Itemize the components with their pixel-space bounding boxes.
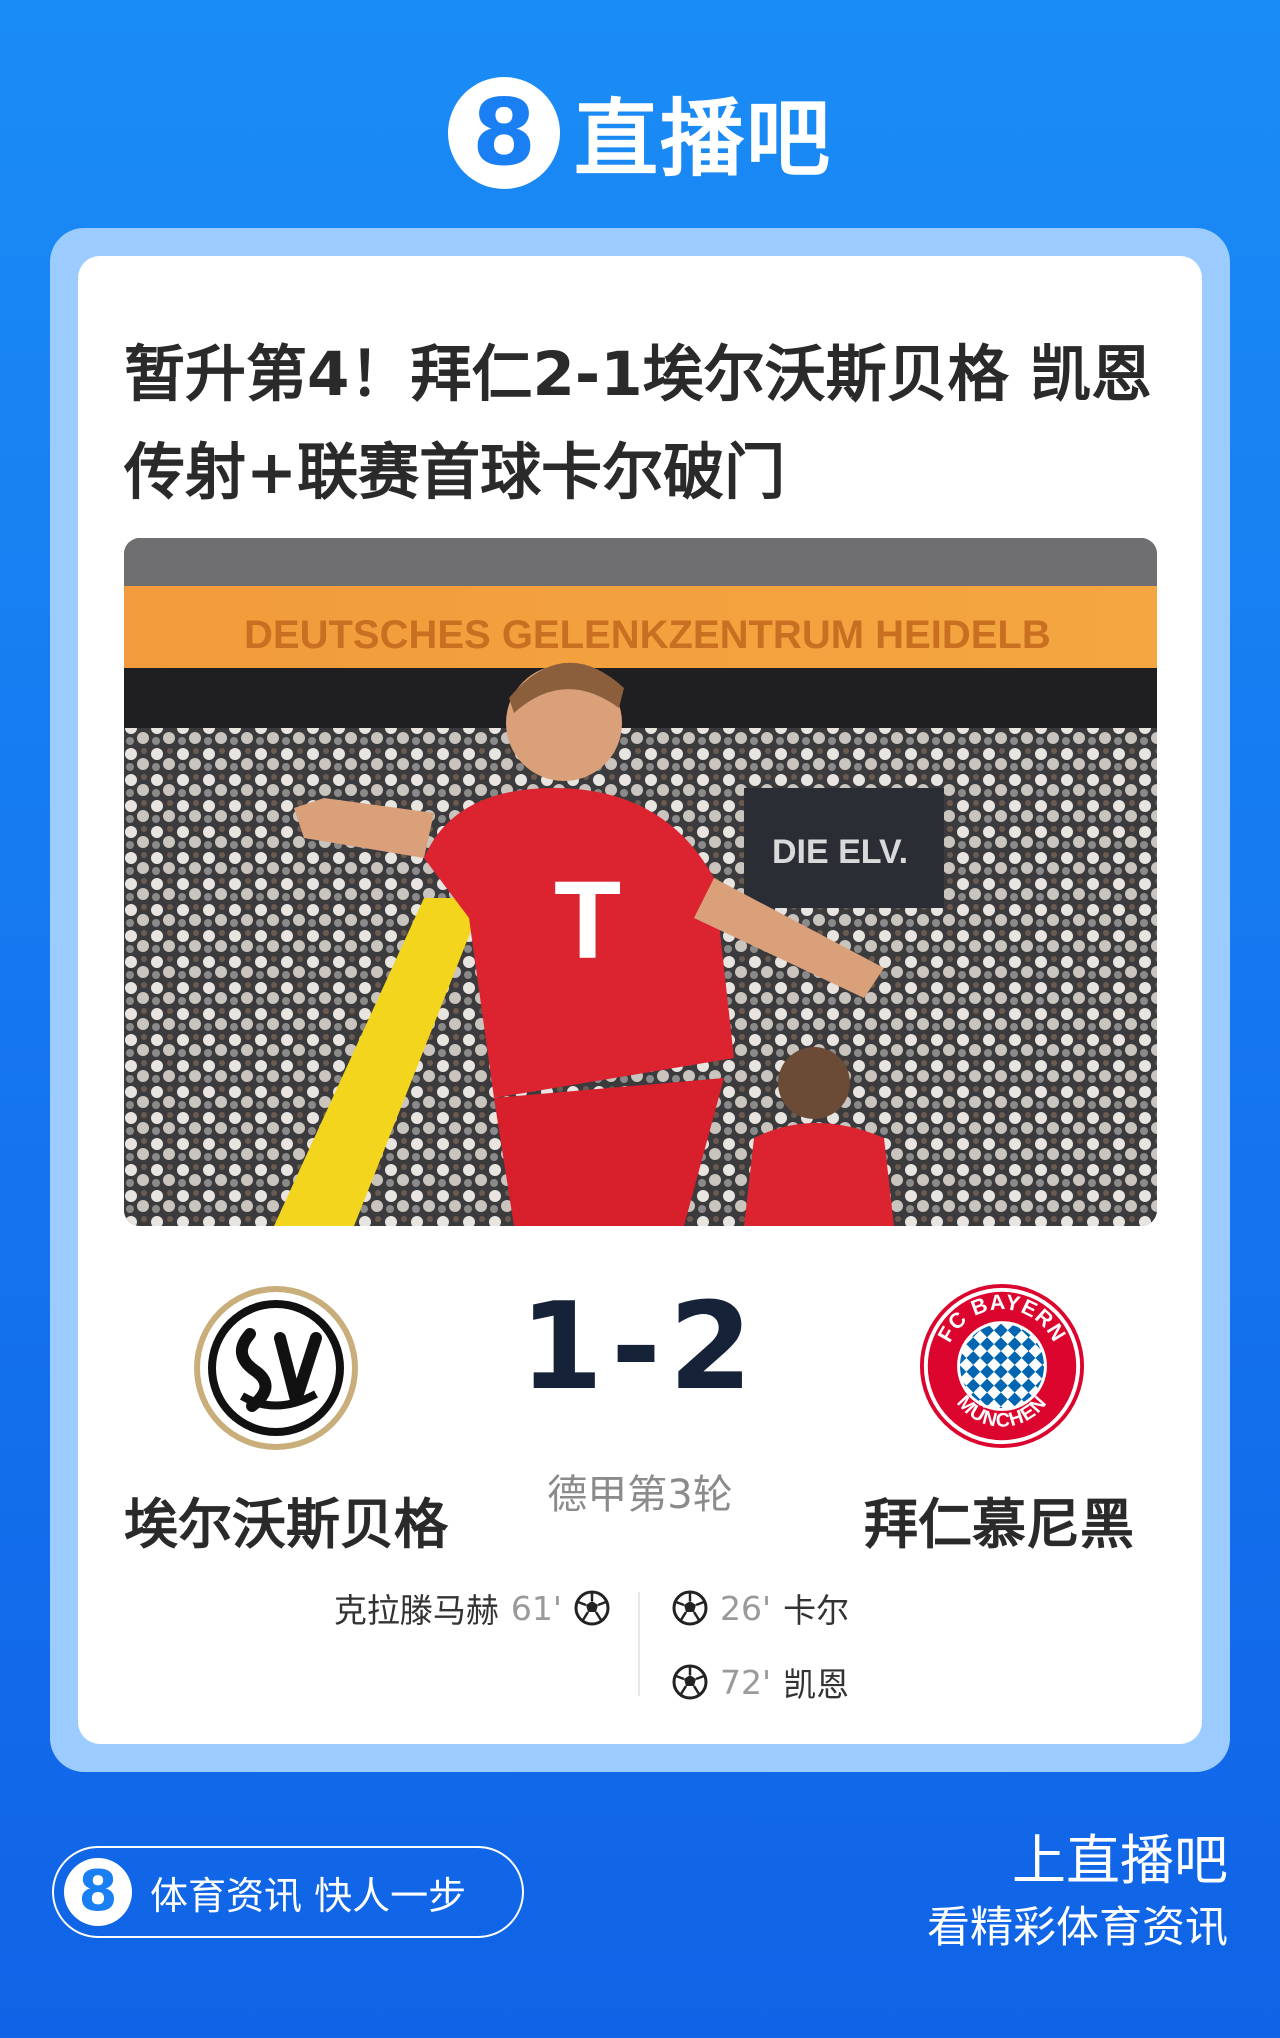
home-team-name: 埃尔沃斯贝格 xyxy=(124,1493,448,1556)
match-photo: DEUTSCHES GELENKZENTRUM HEIDELB DIE ELV.… xyxy=(124,538,1157,1226)
away-team-name: 拜仁慕尼黑 xyxy=(864,1493,1134,1556)
brand-name: 直播吧 xyxy=(573,90,832,188)
goal-minute: 26' xyxy=(720,1588,772,1628)
footer-cta-title: 上直播吧 xyxy=(1012,1829,1228,1892)
match-score: 1-2 xyxy=(519,1278,761,1417)
football-icon xyxy=(672,1664,708,1700)
goal-minute: 72' xyxy=(720,1662,772,1702)
brand-logo: 8 直播吧 xyxy=(0,72,1280,193)
away-team-crest-icon: FC BAYERN MÜNCHEN xyxy=(919,1283,1085,1449)
brand-badge-icon: 8 xyxy=(447,76,560,189)
footer-cta: 上直播吧 看精彩体育资讯 xyxy=(927,1826,1228,1960)
article-headline: 暂升第4！拜仁2-1埃尔沃斯贝格 凯恩传射+联赛首球卡尔破门 xyxy=(124,339,1152,508)
match-photo-illustration: DEUTSCHES GELENKZENTRUM HEIDELB DIE ELV.… xyxy=(124,538,1157,1226)
goal-scorer: 克拉滕马赫 xyxy=(333,1591,499,1630)
football-icon xyxy=(574,1590,610,1626)
away-goal-event: 72' 凯恩 xyxy=(672,1658,849,1706)
footer-slogan-pill: 8 体育资讯 快人一步 xyxy=(52,1846,524,1938)
football-icon xyxy=(672,1590,708,1626)
footer-slogan: 体育资讯 快人一步 xyxy=(150,1873,467,1918)
events-divider xyxy=(638,1592,640,1696)
jersey-mark: T xyxy=(554,859,621,982)
stadium-board-text: DIE ELV. xyxy=(772,833,908,871)
stadium-banner-text: DEUTSCHES GELENKZENTRUM HEIDELB xyxy=(244,613,1051,657)
goal-scorer: 凯恩 xyxy=(783,1665,850,1704)
goal-minute: 61' xyxy=(510,1588,562,1628)
goal-scorer: 卡尔 xyxy=(783,1591,850,1630)
footer-brand-badge-icon: 8 xyxy=(64,1858,132,1926)
away-goal-event: 26' 卡尔 xyxy=(672,1584,849,1632)
home-goal-event: 克拉滕马赫 61' xyxy=(334,1584,610,1632)
footer-cta-subtitle: 看精彩体育资讯 xyxy=(927,1903,1228,1953)
